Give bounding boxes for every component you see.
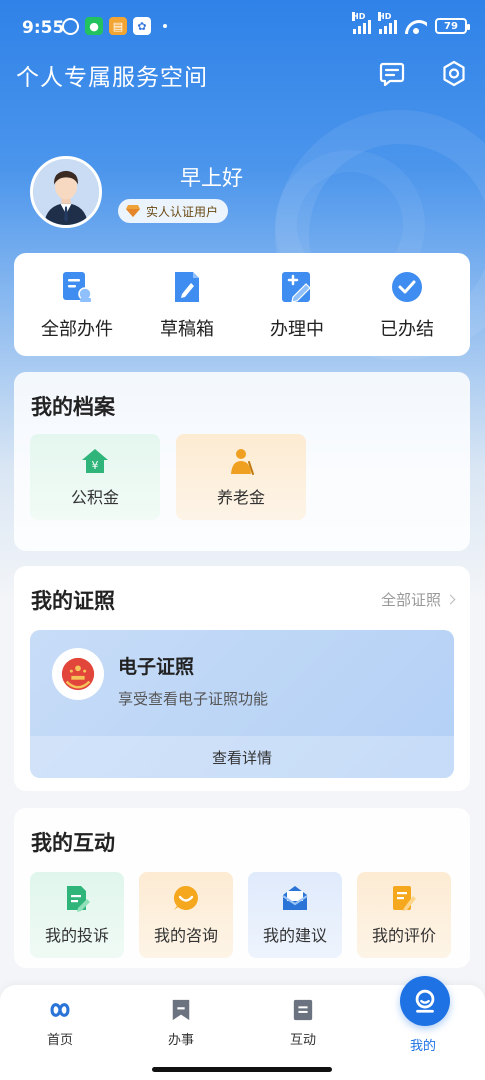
message-icon bbox=[379, 62, 405, 87]
e-certificate-desc: 享受查看电子证照功能 bbox=[118, 690, 269, 708]
archive-pension[interactable]: 养老金 bbox=[176, 434, 306, 520]
message-button[interactable] bbox=[378, 60, 406, 88]
document-icon bbox=[293, 999, 313, 1021]
avatar-image bbox=[33, 159, 99, 225]
nav-mine-active-button[interactable] bbox=[400, 976, 450, 1026]
suggestion-icon bbox=[282, 886, 308, 910]
status-bar: 9:55 ● ▤ ✿ HD HD 79 bbox=[0, 0, 485, 52]
e-certificate-title: 电子证照 bbox=[118, 656, 195, 678]
alarm-icon bbox=[62, 17, 79, 35]
bookmark-icon bbox=[172, 999, 190, 1021]
page-title: 个人专属服务空间 bbox=[16, 65, 208, 91]
interact-title: 我的互动 bbox=[31, 831, 115, 855]
svg-text:¥: ¥ bbox=[92, 459, 99, 472]
affair-label: 办理中 bbox=[270, 318, 324, 340]
pension-icon bbox=[231, 449, 254, 475]
processing-icon bbox=[282, 271, 311, 303]
nav-label: 办事 bbox=[167, 1033, 194, 1048]
completed-icon bbox=[392, 271, 422, 302]
interact-suggestion[interactable]: 我的建议 bbox=[248, 872, 342, 958]
affair-draft[interactable]: 草稿箱 bbox=[137, 269, 237, 341]
avatar[interactable] bbox=[30, 156, 102, 228]
e-certificate-panel[interactable]: 电子证照 享受查看电子证照功能 查看详情 bbox=[30, 630, 454, 778]
all-certs-label: 全部证照 bbox=[380, 591, 441, 609]
wechat-icon: ● bbox=[85, 17, 103, 35]
license-card: 我的证照 全部证照 电子证照 享受查看电子证照功能 查看详情 bbox=[14, 566, 470, 791]
draft-icon bbox=[175, 271, 199, 302]
national-emblem-icon bbox=[52, 648, 104, 700]
interact-label: 我的投诉 bbox=[44, 926, 109, 945]
interact-complaint[interactable]: 我的投诉 bbox=[30, 872, 124, 958]
interact-label: 我的建议 bbox=[262, 926, 327, 945]
interact-evaluation[interactable]: 我的评价 bbox=[357, 872, 451, 958]
diamond-icon bbox=[126, 205, 140, 217]
archive-housing-fund[interactable]: ¥ 公积金 bbox=[30, 434, 160, 520]
consult-icon bbox=[173, 885, 198, 910]
nav-label: 我的 bbox=[409, 1039, 436, 1054]
affair-label: 草稿箱 bbox=[160, 318, 214, 340]
nav-label: 首页 bbox=[46, 1033, 73, 1048]
nav-home[interactable]: 首页 bbox=[20, 999, 100, 1048]
chevron-right-icon bbox=[445, 594, 456, 605]
affair-label: 已办结 bbox=[380, 318, 434, 340]
affair-label: 全部办件 bbox=[41, 318, 113, 340]
greeting-text: 早上好 bbox=[180, 166, 243, 190]
all-certs-link[interactable]: 全部证照 bbox=[380, 589, 456, 610]
license-title: 我的证照 bbox=[31, 589, 115, 613]
battery-icon: 79 bbox=[435, 18, 470, 34]
user-icon bbox=[415, 989, 435, 1013]
system-icons: HD HD 79 bbox=[352, 12, 470, 34]
archive-title: 我的档案 bbox=[31, 395, 115, 419]
interact-card: 我的互动 我的投诉 我的咨询 我的建议 我的评价 bbox=[14, 808, 470, 968]
verified-badge-label: 实人认证用户 bbox=[146, 204, 219, 219]
status-time: 9:55 bbox=[22, 18, 65, 38]
affair-processing[interactable]: 办理中 bbox=[247, 269, 347, 341]
nav-label: 互动 bbox=[289, 1033, 316, 1048]
archive-label: 公积金 bbox=[70, 488, 119, 507]
view-details-button[interactable]: 查看详情 bbox=[30, 736, 454, 778]
archive-card: 我的档案 ¥ 公积金 养老金 bbox=[14, 372, 470, 551]
affair-all-files[interactable]: 全部办件 bbox=[27, 269, 127, 341]
settings-button[interactable] bbox=[440, 60, 468, 88]
signal-icon: HD bbox=[352, 12, 371, 34]
notification-icons: ● ▤ ✿ bbox=[62, 17, 167, 35]
settings-icon bbox=[443, 60, 465, 87]
more-dot-icon bbox=[163, 24, 167, 28]
wifi-icon bbox=[405, 18, 427, 34]
archive-label: 养老金 bbox=[216, 488, 265, 507]
interact-label: 我的评价 bbox=[371, 926, 436, 945]
home-indicator[interactable] bbox=[152, 1067, 332, 1072]
nav-interact[interactable]: 互动 bbox=[263, 999, 343, 1048]
home-icon bbox=[50, 1003, 70, 1017]
evaluation-icon bbox=[393, 886, 416, 911]
interact-consult[interactable]: 我的咨询 bbox=[139, 872, 233, 958]
affairs-card: 全部办件 草稿箱 办理中 已办结 bbox=[14, 253, 470, 356]
interact-label: 我的咨询 bbox=[153, 926, 218, 945]
all-files-icon bbox=[63, 271, 92, 302]
verified-badge: 实人认证用户 bbox=[118, 199, 229, 223]
notes-icon: ▤ bbox=[109, 17, 127, 35]
affair-completed[interactable]: 已办结 bbox=[357, 269, 457, 341]
signal-icon: HD bbox=[378, 12, 397, 34]
complaint-icon bbox=[67, 886, 90, 912]
nav-work[interactable]: 办事 bbox=[141, 999, 221, 1048]
house-fund-icon: ¥ bbox=[82, 449, 108, 473]
paw-icon: ✿ bbox=[133, 17, 151, 35]
